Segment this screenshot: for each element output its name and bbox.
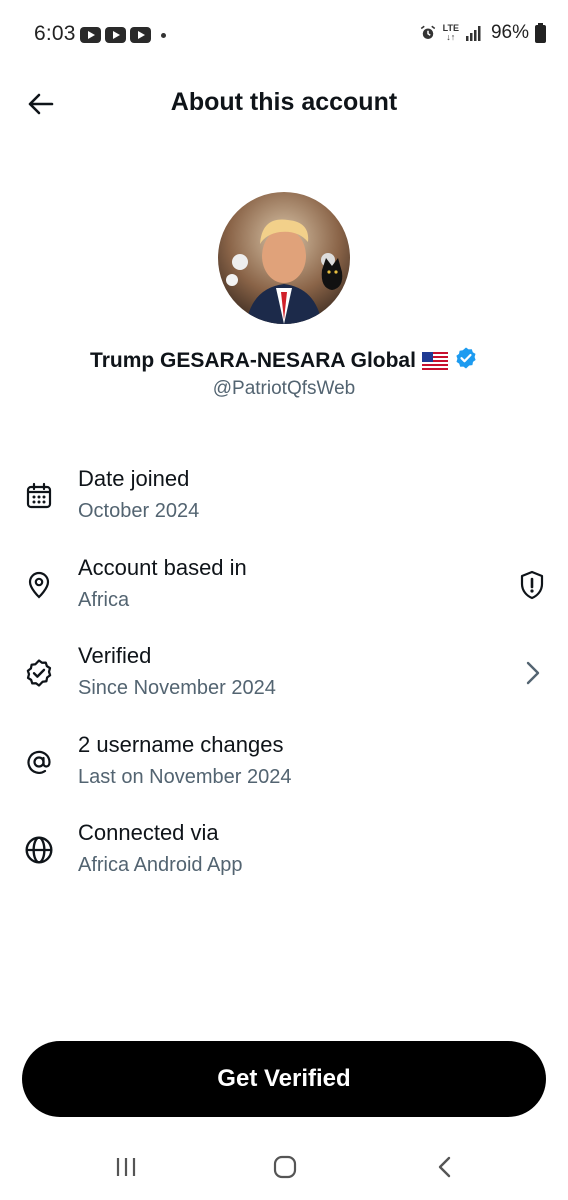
youtube-notification-icon xyxy=(80,27,101,43)
signal-icon xyxy=(465,25,483,41)
globe-icon xyxy=(23,834,55,866)
info-row-date-joined: Date joined October 2024 xyxy=(0,462,568,551)
display-name: Trump GESARA-NESARA Global xyxy=(90,348,416,372)
info-title: Account based in xyxy=(78,554,247,580)
status-time: 6:03 xyxy=(34,22,76,45)
recent-apps-icon[interactable] xyxy=(106,1152,146,1182)
youtube-notification-icon xyxy=(105,27,126,43)
alarm-icon xyxy=(419,24,437,42)
get-verified-button[interactable]: Get Verified xyxy=(22,1041,546,1117)
location-pin-icon xyxy=(23,569,55,601)
verified-badge-icon xyxy=(454,346,478,375)
battery-icon xyxy=(535,23,546,43)
at-sign-icon xyxy=(23,746,55,778)
info-subtitle: Last on November 2024 xyxy=(78,765,292,788)
youtube-notification-icon xyxy=(130,27,151,43)
info-row-account-based-in: Account based in Africa xyxy=(0,551,568,640)
header: About this account xyxy=(0,72,568,136)
battery-percent: 96% xyxy=(490,22,529,43)
network-type: LTE ↓↑ xyxy=(442,23,459,42)
display-name-row: Trump GESARA-NESARA Global xyxy=(0,346,568,375)
notification-icons xyxy=(80,27,151,43)
info-row-verified[interactable]: Verified Since November 2024 xyxy=(0,639,568,728)
info-subtitle: Africa xyxy=(78,588,130,611)
verified-badge-outline-icon xyxy=(23,657,55,689)
status-bar: 6:03 LTE ↓↑ 96% xyxy=(0,0,568,72)
info-row-username-changes: 2 username changes Last on November 2024 xyxy=(0,728,568,817)
info-title: Date joined xyxy=(78,466,190,491)
status-right: LTE ↓↑ 96% xyxy=(419,22,546,44)
us-flag-icon xyxy=(421,351,448,370)
page-title: About this account xyxy=(170,88,398,116)
more-notifications-dot-icon xyxy=(161,33,166,38)
info-title: Connected via xyxy=(78,820,219,845)
info-title: 2 username changes xyxy=(78,731,284,757)
chevron-right-icon[interactable] xyxy=(516,657,548,689)
shield-exclamation-icon[interactable] xyxy=(516,569,548,601)
info-row-connected-via: Connected via Africa Android App xyxy=(0,816,568,905)
info-list: Date joined October 2024 Account based i… xyxy=(0,462,568,905)
info-title: Verified xyxy=(78,643,152,668)
info-subtitle: October 2024 xyxy=(78,500,200,522)
avatar[interactable] xyxy=(218,192,350,324)
system-nav-bar xyxy=(0,1140,568,1200)
home-icon[interactable] xyxy=(265,1152,305,1182)
info-subtitle: Since November 2024 xyxy=(78,677,276,699)
calendar-icon xyxy=(23,480,55,512)
back-nav-icon[interactable] xyxy=(425,1152,465,1182)
info-subtitle: Africa Android App xyxy=(78,854,243,876)
handle: @PatriotQfsWeb xyxy=(212,378,356,399)
